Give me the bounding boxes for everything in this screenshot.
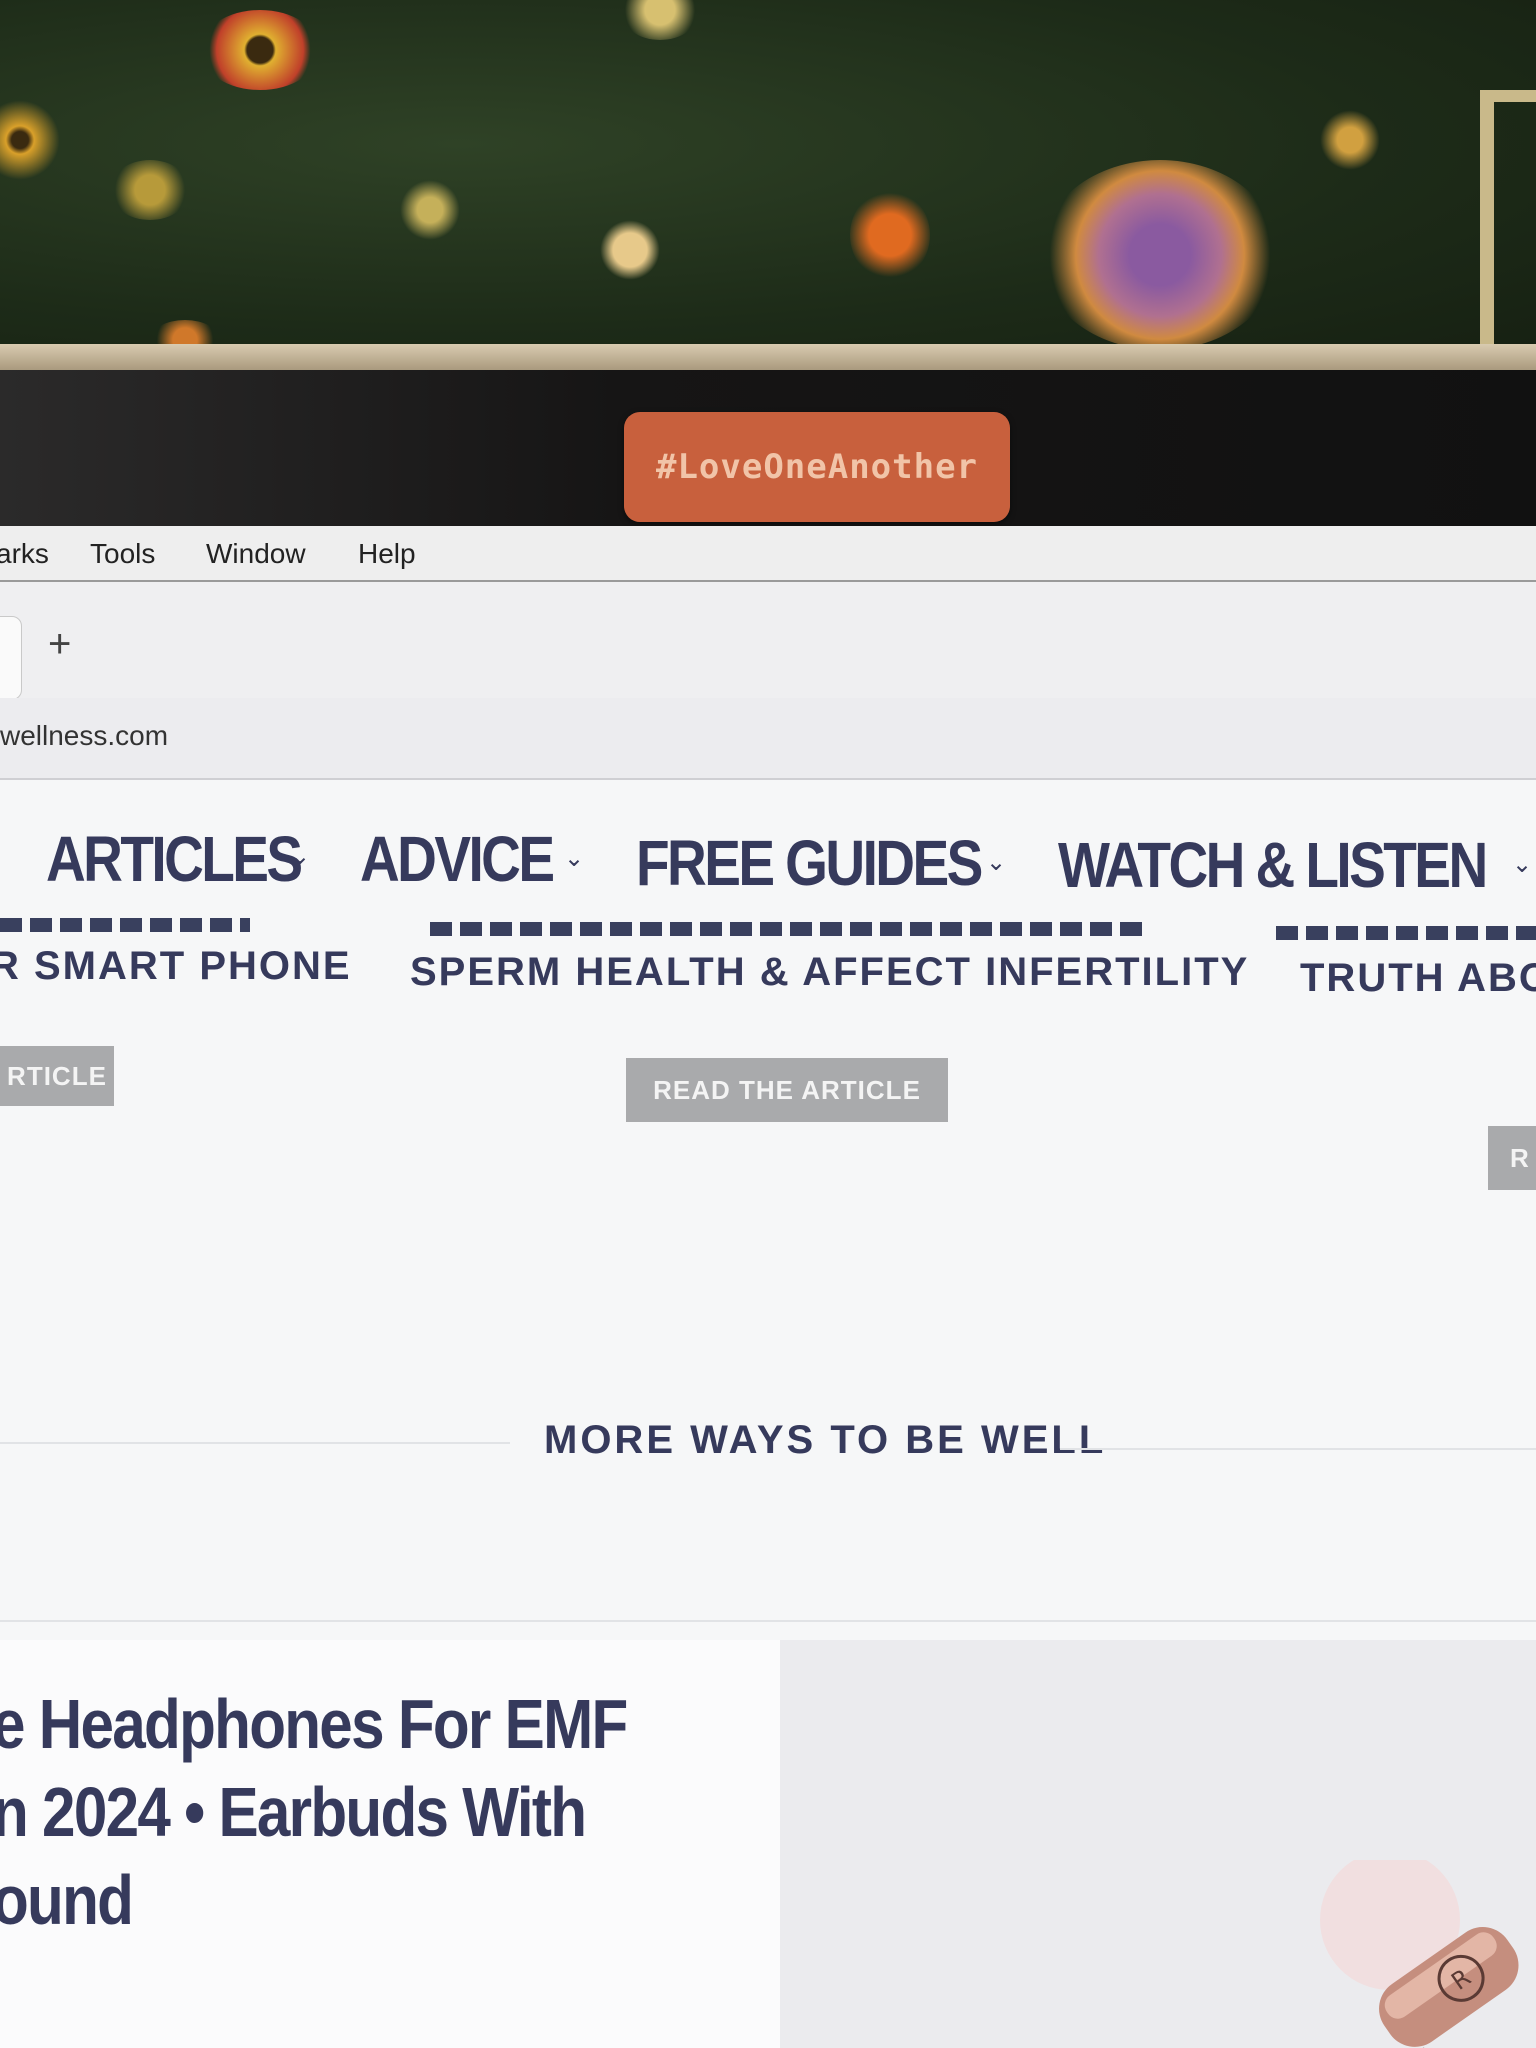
love-one-another-sticker: #LoveOneAnother [624,412,1010,522]
flower [200,10,320,90]
flower [600,220,660,280]
chevron-down-icon[interactable]: ⌄ [986,848,1006,877]
menu-bookmarks[interactable]: arks [0,538,49,570]
menu-tools[interactable]: Tools [90,538,155,570]
earbud-image: R [1320,1860,1519,2048]
nav-advice[interactable]: ADVICE [360,822,555,896]
chevron-down-icon[interactable]: ⌄ [1512,850,1532,879]
headline-line: n 2024 • Earbuds With [0,1773,587,1851]
sticker-text: #LoveOneAnother [655,447,979,487]
browser-screen: arks Tools Window Help + wellness.com AR… [0,526,1536,2048]
button-label: RTICLE [7,1060,107,1091]
nav-articles[interactable]: ARTICLES [46,822,303,896]
flower [110,160,190,220]
read-article-button[interactable]: R [1488,1126,1536,1190]
card-title-cutoff [0,918,250,932]
button-label: R [1510,1142,1530,1173]
menu-window[interactable]: Window [206,538,306,570]
card-title[interactable]: SPERM HEALTH & AFFECT INFERTILITY [410,950,1249,995]
flower [1320,110,1380,170]
chevron-down-icon[interactable]: ⌄ [290,842,310,871]
tab-bar: + [0,582,1536,712]
section-title: MORE WAYS TO BE WELL [544,1418,1107,1462]
laptop-lid-edge [0,344,1536,372]
read-article-button[interactable]: RTICLE [0,1046,114,1106]
divider [0,1442,510,1444]
nav-watch-listen[interactable]: WATCH & LISTEN [1058,828,1488,902]
background-garden [0,0,1536,360]
chevron-down-icon[interactable]: ⌄ [564,844,584,873]
address-bar[interactable]: wellness.com [0,698,1536,780]
headline-line: ound [0,1861,134,1939]
headline-line: e Headphones For EMF [0,1685,628,1763]
new-tab-button[interactable]: + [48,622,71,667]
read-article-button[interactable]: READ THE ARTICLE [626,1058,948,1122]
menu-bar: arks Tools Window Help [0,526,1536,582]
feature-headline[interactable]: e Headphones For EMF n 2024 • Earbuds Wi… [0,1680,628,1944]
divider [0,1620,1536,1622]
flower [620,0,700,40]
chair-frame [1480,90,1536,352]
flower [850,190,930,280]
divider [1060,1448,1536,1450]
flower [0,100,60,180]
browser-tab[interactable] [0,616,22,700]
card-title-cutoff [430,922,1150,936]
flower [1040,160,1280,350]
menu-help[interactable]: Help [358,538,416,570]
nav-free-guides[interactable]: FREE GUIDES [636,826,983,900]
flower [400,180,460,240]
card-title[interactable]: TRUTH ABO [1300,956,1536,1001]
web-page: ARTICLES ⌄ ADVICE ⌄ FREE GUIDES ⌄ WATCH … [0,780,1536,2048]
url-text[interactable]: wellness.com [0,720,168,752]
card-title-cutoff [1276,926,1536,940]
button-label: READ THE ARTICLE [653,1074,921,1105]
card-title[interactable]: R SMART PHONE [0,944,352,989]
